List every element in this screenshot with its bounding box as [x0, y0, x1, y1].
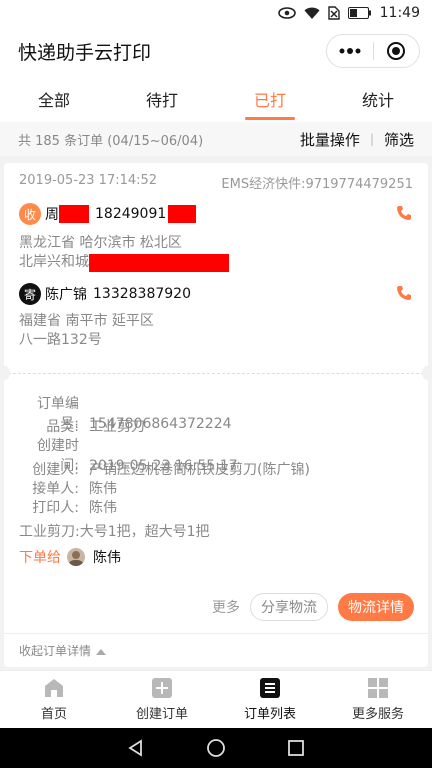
- receiver-value: 陈伟: [89, 481, 117, 497]
- more-dots-icon: [339, 48, 361, 54]
- printer-row: 打印人: 陈伟: [19, 497, 117, 517]
- logistics-detail-button[interactable]: 物流详情: [338, 593, 414, 621]
- assign-row: 下单给 陈伟: [19, 547, 121, 567]
- system-navigation-bar: [0, 728, 432, 768]
- creator-value: 产销压边机卷筒机铁皮剪刀(陈广锦): [89, 462, 310, 478]
- order-note: 工业剪刀:大号1把，超大号1把: [19, 524, 210, 540]
- sender-badge: 寄: [19, 283, 41, 305]
- recipient-row: 收 周 18249091: [19, 203, 197, 225]
- sender-row: 寄 陈广锦 13328387920: [19, 283, 191, 305]
- order-datetime: 2019-05-23 17:14:52: [19, 173, 158, 188]
- more-menu-button[interactable]: [327, 35, 373, 67]
- category-row: 品类: 工业剪刀: [19, 416, 145, 436]
- collapse-label: 收起订单详情: [19, 644, 92, 658]
- close-program-button[interactable]: [373, 35, 419, 67]
- sender-name: 陈广锦: [45, 287, 87, 303]
- courier-tracking: EMS经济快件:9719774479251: [221, 177, 413, 192]
- nav-create-order[interactable]: 创建订单: [108, 671, 216, 728]
- filter-button[interactable]: 筛选: [384, 129, 414, 150]
- recipient-address: 黑龙江省 哈尔滨市 松北区 北岸兴和城: [19, 234, 229, 272]
- tab-all[interactable]: 全部: [0, 76, 108, 122]
- assign-label: 下单给: [19, 550, 61, 566]
- wifi-icon: [304, 7, 320, 20]
- avatar: [67, 548, 85, 566]
- creator-label: 创建人:: [32, 462, 79, 478]
- collapse-details-button[interactable]: 收起订单详情: [4, 633, 428, 667]
- app-title: 快递助手云打印: [18, 41, 152, 64]
- order-count: 共 185 条订单 (04/15~06/04): [18, 133, 204, 149]
- receiver-row: 接单人: 陈伟: [19, 478, 117, 498]
- batch-operation-button[interactable]: 批量操作: [300, 129, 360, 150]
- recipient-phone: 18249091: [95, 206, 167, 222]
- sender-address-line1: 福建省 南平市 延平区: [19, 313, 154, 329]
- tab-pending[interactable]: 待打: [108, 76, 216, 122]
- title-bar: 快递助手云打印: [0, 26, 432, 76]
- divider: |: [369, 132, 374, 146]
- sender-address: 福建省 南平市 延平区 八一路132号: [19, 312, 154, 350]
- printer-value: 陈伟: [89, 500, 117, 516]
- card-notch: [0, 366, 10, 380]
- list-icon: [259, 677, 281, 699]
- grid-icon: [367, 677, 389, 699]
- share-logistics-button[interactable]: 分享物流: [250, 593, 328, 621]
- order-tabs: 全部 待打 已打 统计: [0, 76, 432, 122]
- receiver-label: 接单人:: [32, 481, 79, 497]
- status-time: 11:49: [379, 5, 420, 21]
- tab-statistics[interactable]: 统计: [324, 76, 432, 122]
- assignee-name: 陈伟: [93, 550, 121, 566]
- target-icon: [387, 42, 406, 60]
- more-button[interactable]: 更多: [212, 597, 240, 617]
- recipient-address-line1: 黑龙江省 哈尔滨市 松北区: [19, 235, 182, 251]
- printer-label: 打印人:: [32, 500, 79, 516]
- nav-order-list-label: 订单列表: [243, 707, 296, 722]
- card-notch: [422, 366, 432, 380]
- nav-more-services[interactable]: 更多服务: [324, 671, 432, 728]
- order-card: 2019-05-23 17:14:52 EMS经济快件:971977447925…: [0, 163, 432, 667]
- recents-icon[interactable]: [256, 740, 336, 756]
- recipient-address-line2: 北岸兴和城: [19, 254, 89, 270]
- no-sim-icon: [327, 6, 340, 20]
- redaction-block: [89, 253, 229, 272]
- back-icon[interactable]: [96, 739, 176, 757]
- sender-address-line2: 八一路132号: [19, 332, 102, 348]
- battery-icon: [347, 7, 372, 19]
- nav-order-list[interactable]: 订单列表: [216, 671, 324, 728]
- redaction-block: [168, 205, 197, 223]
- nav-create-order-label: 创建订单: [135, 707, 188, 722]
- nav-home-label: 首页: [40, 707, 67, 722]
- nav-home[interactable]: 首页: [0, 671, 108, 728]
- chevron-up-icon: [96, 644, 107, 658]
- recipient-badge: 收: [19, 203, 41, 225]
- recipient-name: 周: [45, 207, 59, 223]
- home-icon: [43, 677, 65, 699]
- dashed-divider: [8, 373, 424, 374]
- plus-icon: [151, 677, 173, 699]
- bottom-navigation: 首页 创建订单 订单列表 更多服务: [0, 670, 432, 728]
- home-circle-icon[interactable]: [176, 738, 256, 758]
- call-sender-phone-icon[interactable]: [396, 285, 412, 305]
- nav-more-services-label: 更多服务: [351, 707, 404, 722]
- eye-icon: [277, 7, 296, 19]
- category-value: 工业剪刀: [89, 419, 145, 435]
- sender-phone: 13328387920: [93, 286, 191, 302]
- category-label: 品类:: [46, 419, 79, 435]
- order-actions: 更多 分享物流 物流详情: [212, 593, 414, 621]
- redaction-block: [59, 205, 89, 223]
- order-summary: 共 185 条订单 (04/15~06/04) 批量操作 | 筛选: [0, 122, 432, 156]
- mini-program-capsule: [326, 34, 420, 68]
- status-bar: 11:49: [0, 0, 432, 26]
- creator-row: 创建人: 产销压边机卷筒机铁皮剪刀(陈广锦): [19, 459, 310, 479]
- tab-printed[interactable]: 已打: [216, 76, 324, 122]
- call-recipient-phone-icon[interactable]: [396, 205, 412, 225]
